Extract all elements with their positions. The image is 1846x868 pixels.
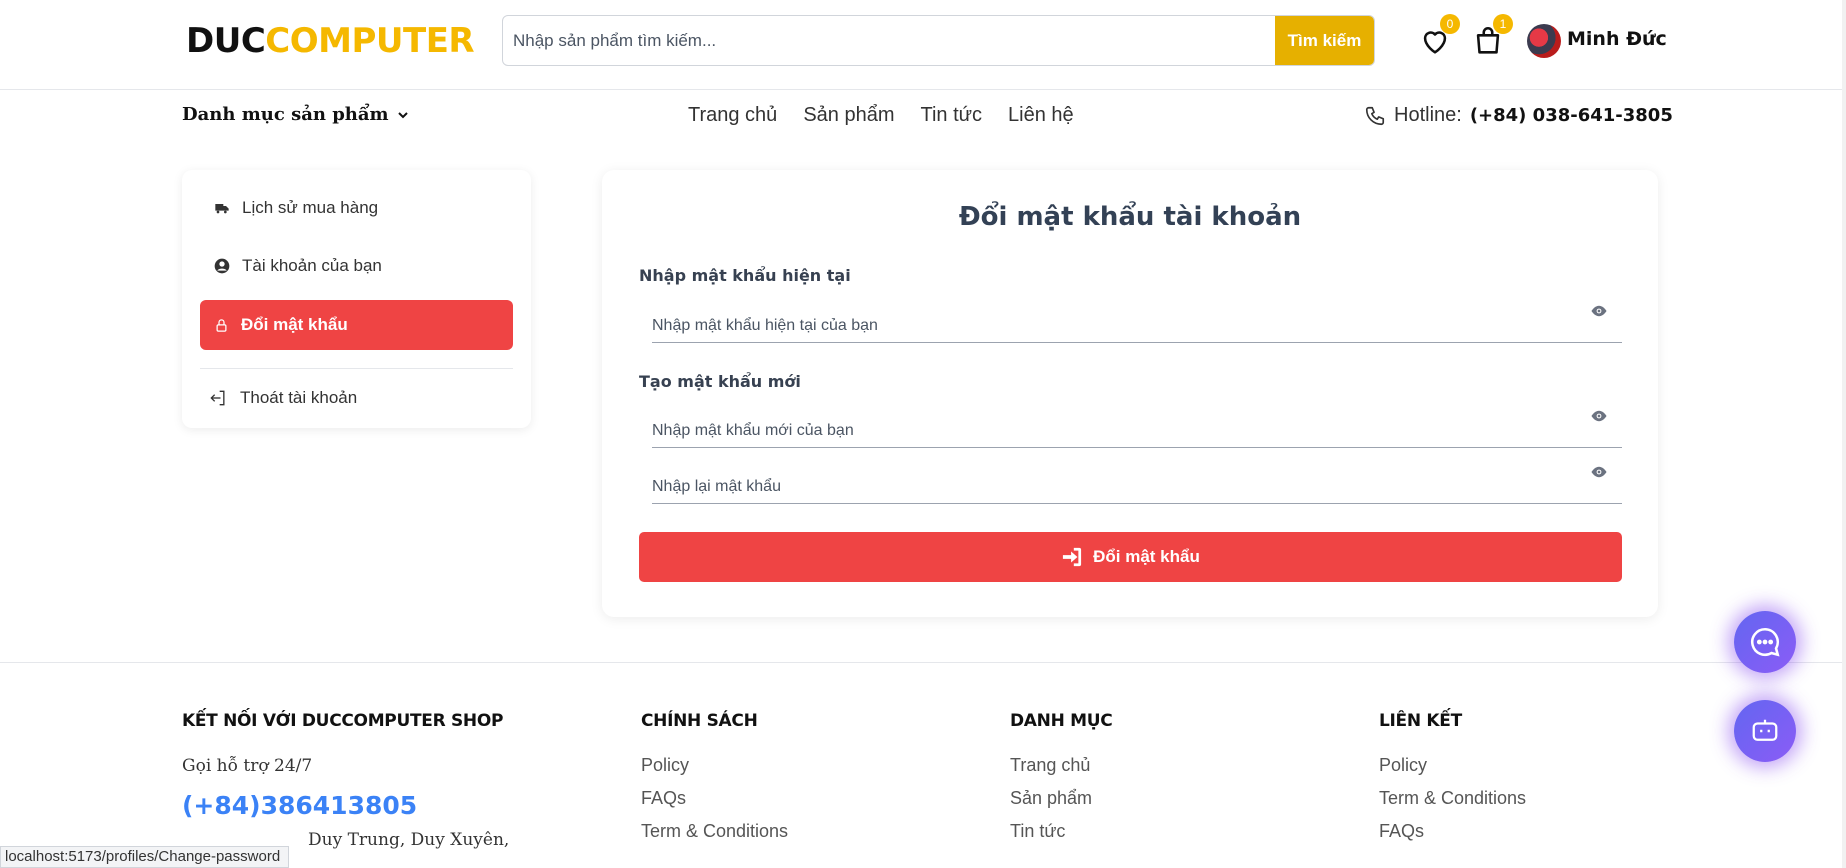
robot-icon (1752, 719, 1778, 741)
footer-category-column: DANH MỤC Trang chủ Sản phẩm Tin tức (1010, 711, 1113, 842)
footer-link[interactable]: Tin tức (1010, 821, 1112, 842)
sidebar-item-order-history[interactable]: Lịch sử mua hàng (200, 183, 513, 233)
category-menu-label: Danh mục sản phẩm (182, 104, 389, 125)
footer-category-title: DANH MỤC (1010, 711, 1113, 731)
phone-icon (1365, 106, 1385, 125)
logo-text-part2: COMPUTER (265, 21, 475, 61)
nav-link-home[interactable]: Trang chủ (688, 104, 777, 127)
browser-status-url: localhost:5173/profiles/Change-password (0, 846, 290, 868)
category-menu-toggle[interactable]: Danh mục sản phẩm (182, 104, 411, 125)
account-sidebar: Lịch sử mua hàng Tài khoản của bạn Đổi m… (182, 170, 531, 428)
cart-button[interactable]: 1 (1471, 14, 1513, 58)
eye-icon[interactable] (1590, 409, 1608, 423)
wishlist-button[interactable]: 0 (1418, 14, 1460, 58)
footer-links-title: LIÊN KẾT (1379, 711, 1462, 731)
sidebar-item-label: Lịch sử mua hàng (242, 198, 379, 217)
nav-link-news[interactable]: Tin tức (920, 104, 982, 127)
main-nav: Trang chủ Sản phẩm Tin tức Liên hệ (688, 104, 1074, 127)
sidebar-item-change-password[interactable]: Đổi mật khẩu (200, 300, 513, 350)
new-password-field (652, 403, 1622, 448)
scrollbar[interactable] (1842, 0, 1846, 868)
nav-link-contact[interactable]: Liên hệ (1008, 104, 1074, 127)
footer-policy-title: CHÍNH SÁCH (641, 711, 758, 731)
hotline[interactable]: Hotline: (+84) 038-641-3805 (1364, 104, 1673, 127)
lock-icon (216, 318, 227, 332)
new-password-label: Tạo mật khẩu mới (639, 372, 801, 391)
chat-button[interactable] (1734, 611, 1796, 673)
footer-link[interactable]: Sản phẩm (1010, 788, 1112, 809)
chat-bubble-icon (1751, 627, 1780, 657)
footer-link[interactable]: FAQs (641, 788, 788, 809)
avatar[interactable] (1527, 24, 1561, 58)
footer-link[interactable]: FAQs (1379, 821, 1526, 842)
sidebar-item-label: Thoát tài khoản (240, 388, 358, 407)
change-password-button[interactable]: Đổi mật khẩu (639, 532, 1622, 582)
change-password-button-label: Đổi mật khẩu (1093, 547, 1200, 566)
logout-icon (210, 390, 225, 406)
chatbot-button[interactable] (1734, 700, 1796, 762)
search-button[interactable]: Tìm kiếm (1275, 16, 1374, 65)
truck-icon (215, 204, 229, 214)
cart-count-badge: 1 (1493, 14, 1513, 34)
top-header: DUCCOMPUTER Tìm kiếm 0 1 Minh Đức (0, 0, 1846, 90)
page-title: Đổi mật khẩu tài khoản (958, 202, 1302, 232)
support-phone[interactable]: (+84)386413805 (182, 791, 582, 820)
footer-link[interactable]: Policy (1379, 755, 1526, 776)
search-bar: Tìm kiếm (502, 15, 1375, 66)
user-circle-icon (214, 258, 230, 274)
footer-links-column: LIÊN KẾT Policy Term & Conditions FAQs (1379, 711, 1526, 842)
nav-link-products[interactable]: Sản phẩm (803, 104, 894, 127)
support-text: Gọi hỗ trợ 24/7 (182, 756, 313, 776)
footer-link[interactable]: Trang chủ (1010, 755, 1112, 776)
eye-icon[interactable] (1590, 465, 1608, 479)
logo-text-part1: DUC (186, 21, 266, 61)
sidebar-item-label: Đổi mật khẩu (241, 315, 348, 334)
sidebar-divider (200, 368, 513, 369)
username[interactable]: Minh Đức (1567, 28, 1667, 50)
new-password-input[interactable] (652, 415, 1572, 447)
sign-in-icon (1063, 547, 1082, 567)
confirm-password-field (652, 459, 1622, 504)
hotline-label: Hotline: (1394, 104, 1462, 126)
current-password-label: Nhập mật khẩu hiện tại (639, 266, 851, 285)
footer-connect-column: KẾT NỐI VỚI DUCCOMPUTER SHOP Gọi hỗ trợ … (182, 711, 582, 850)
footer-link[interactable]: Term & Conditions (641, 821, 788, 842)
hotline-number: (+84) 038-641-3805 (1469, 105, 1673, 126)
current-password-input[interactable] (652, 310, 1572, 342)
confirm-password-input[interactable] (652, 471, 1572, 503)
change-password-card: Đổi mật khẩu tài khoản Nhập mật khẩu hiệ… (602, 170, 1658, 617)
footer-connect-title: KẾT NỐI VỚI DUCCOMPUTER SHOP (182, 711, 504, 731)
eye-icon[interactable] (1590, 304, 1608, 318)
footer-link[interactable]: Policy (641, 755, 788, 776)
sidebar-item-label: Tài khoản của bạn (242, 256, 382, 275)
logo[interactable]: DUCCOMPUTER (186, 20, 475, 62)
footer-policy-column: CHÍNH SÁCH Policy FAQs Term & Conditions (641, 711, 788, 842)
current-password-field (652, 298, 1622, 343)
footer-link[interactable]: Term & Conditions (1379, 788, 1526, 809)
sidebar-item-account[interactable]: Tài khoản của bạn (200, 241, 513, 291)
sidebar-item-logout[interactable]: Thoát tài khoản (194, 373, 507, 423)
footer: KẾT NỐI VỚI DUCCOMPUTER SHOP Gọi hỗ trợ … (0, 662, 1846, 868)
search-input[interactable] (503, 16, 1274, 65)
wishlist-count-badge: 0 (1440, 14, 1460, 34)
chevron-down-icon (397, 111, 408, 118)
